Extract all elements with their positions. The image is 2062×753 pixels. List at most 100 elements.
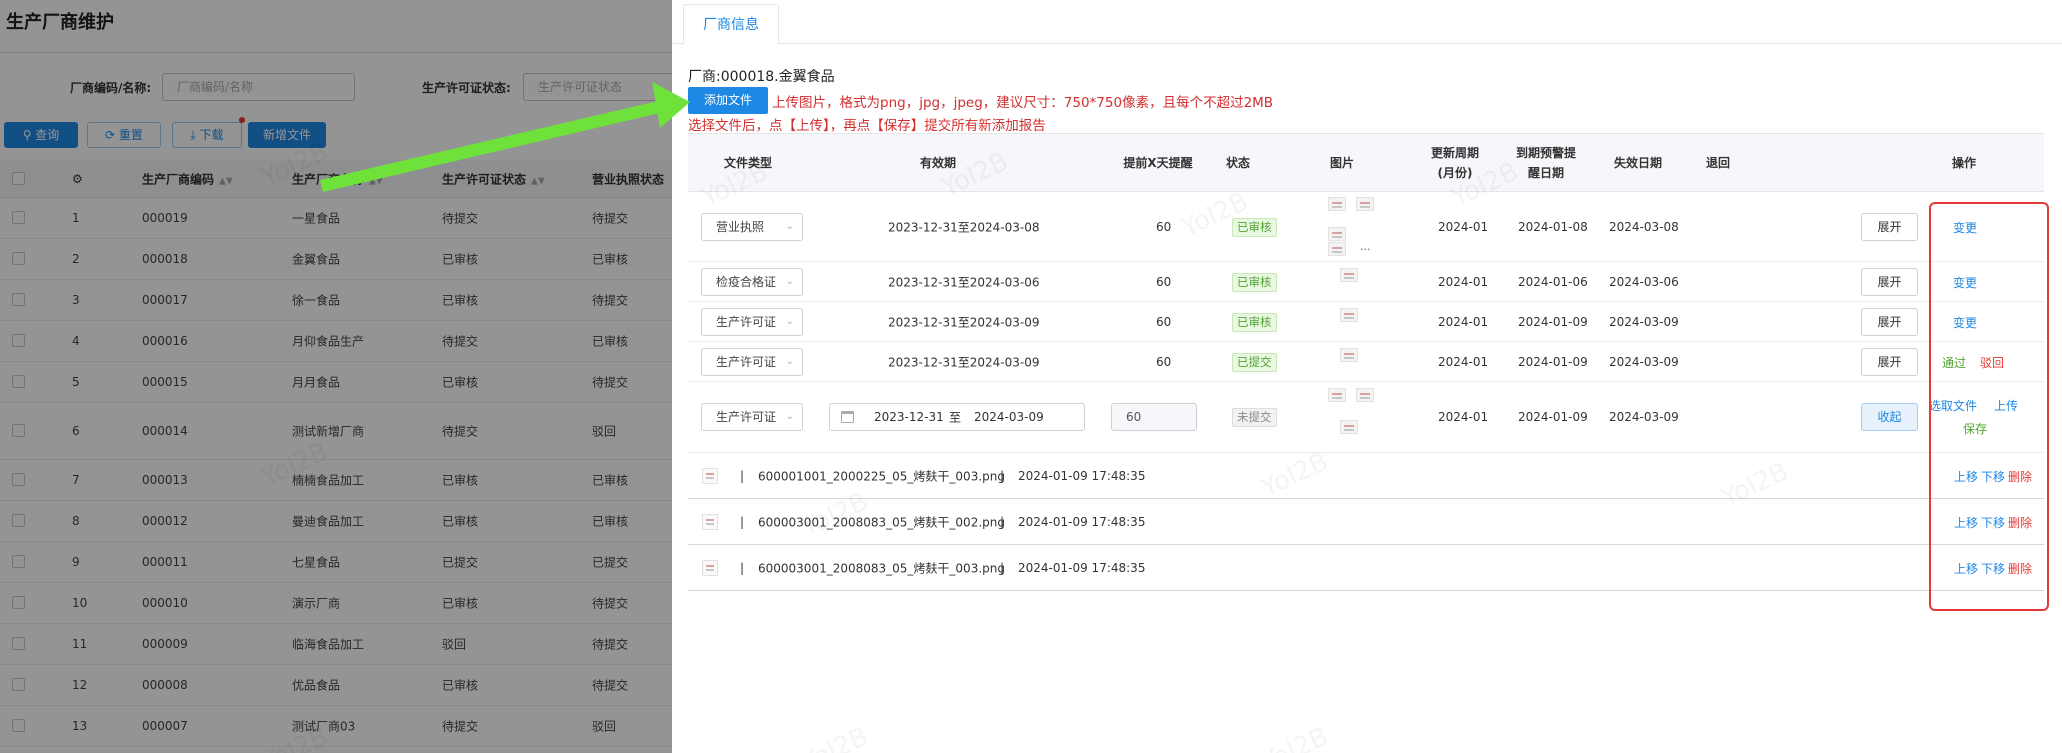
file-name: 600003001_2008083_05_烤麸干_002.png	[758, 515, 1005, 529]
expand-button[interactable]: 展开	[1861, 267, 1918, 296]
validity-text: 2023-12-31至2024-03-08	[888, 220, 1040, 234]
warn-date: 2024-01-06	[1518, 274, 1588, 289]
cycle-text: 2024-01	[1438, 274, 1489, 289]
cycle-text: 2024-01	[1438, 314, 1489, 329]
status-badge: 已审核	[1232, 272, 1277, 292]
cycle-text: 2024-01	[1438, 219, 1489, 234]
add-file-button[interactable]: 添加文件	[688, 87, 768, 114]
remind-days-input[interactable]: 60	[1111, 403, 1197, 431]
validity-text: 2023-12-31至2024-03-09	[888, 355, 1040, 369]
cycle-text: 2024-01	[1438, 354, 1489, 369]
validity-date-range[interactable]: 2023-12-31 至 2024-03-09	[829, 403, 1085, 431]
chevron-down-icon: ⌄	[785, 411, 794, 422]
range-separator: 至	[949, 410, 962, 425]
warn-date: 2024-01-09	[1518, 410, 1588, 424]
remind-days: 60	[1156, 354, 1172, 369]
validity-text: 2023-12-31至2024-03-09	[888, 315, 1040, 329]
divider: |	[1000, 560, 1005, 575]
file-time: 2024-01-09 17:48:35	[1018, 560, 1146, 575]
chevron-down-icon: ⌄	[785, 355, 794, 367]
upload-hint: 上传图片，格式为png，jpg，jpeg，建议尺寸：750*750像素，且每个不…	[772, 95, 1274, 111]
chevron-down-icon: ⌄	[785, 315, 794, 327]
col-reject: 退回	[1705, 155, 1730, 170]
status-badge: 已提交	[1232, 352, 1277, 372]
license-row: 生产许可证 ⌄ 2023-12-31至2024-03-09 60 已审核 2024…	[688, 302, 2044, 342]
file-thumbnail[interactable]	[702, 468, 718, 484]
image-thumbnail[interactable]	[1328, 197, 1346, 211]
warn-date: 2024-01-09	[1518, 314, 1588, 329]
chevron-down-icon: ⌄	[785, 220, 794, 232]
col-type: 文件类型	[723, 155, 772, 170]
divider: |	[1000, 514, 1005, 529]
divider: |	[1000, 468, 1005, 483]
file-time: 2024-01-09 17:48:35	[1018, 514, 1146, 529]
image-thumbnail[interactable]	[1328, 242, 1346, 256]
remind-days: 60	[1156, 274, 1172, 289]
end-date[interactable]: 2024-03-09	[974, 410, 1044, 424]
file-time: 2024-01-09 17:48:35	[1018, 468, 1146, 483]
status-badge: 已审核	[1232, 217, 1277, 237]
cycle-text: 2024-01	[1438, 410, 1489, 424]
license-edit-row: 生产许可证 ⌄ 2023-12-31 至 2024-03-09 60 未提交 20…	[688, 382, 2044, 453]
col-remind: 提前X天提醒	[1123, 155, 1193, 170]
col-cycle: 更新周期(月份)	[1430, 145, 1479, 180]
image-thumbnail[interactable]	[1328, 388, 1346, 402]
file-name: 600001001_2000225_05_烤麸干_003.png	[758, 469, 1005, 483]
file-type-select[interactable]: 营业执照 ⌄	[701, 212, 803, 241]
warn-date: 2024-01-08	[1518, 219, 1588, 234]
image-thumbnail[interactable]	[1356, 388, 1374, 402]
expand-button[interactable]: 展开	[1861, 212, 1918, 241]
start-date[interactable]: 2023-12-31	[874, 410, 944, 424]
remind-days: 60	[1156, 219, 1172, 234]
expire-date: 2024-03-09	[1609, 354, 1679, 369]
remind-days: 60	[1156, 314, 1172, 329]
file-row: | 600003001_2008083_05_烤麸干_003.png | 202…	[688, 545, 2044, 591]
tab-bar: 厂商信息	[672, 0, 2062, 45]
col-expire: 失效日期	[1613, 155, 1662, 170]
file-type-select[interactable]: 检疫合格证 ⌄	[701, 267, 803, 296]
license-table-header: 文件类型 有效期 提前X天提醒 状态 图片 更新周期(月份) 到期预警提醒日期 …	[688, 133, 2044, 192]
col-warn: 到期预警提醒日期	[1515, 145, 1576, 180]
file-type-select[interactable]: 生产许可证 ⌄	[701, 347, 803, 376]
warn-date: 2024-01-09	[1518, 354, 1588, 369]
validity-text: 2023-12-31至2024-03-06	[888, 275, 1040, 289]
file-row: | 600001001_2000225_05_烤麸干_003.png | 202…	[688, 453, 2044, 499]
file-thumbnail[interactable]	[702, 514, 718, 530]
image-thumbnail[interactable]	[1340, 268, 1358, 282]
chevron-down-icon: ⌄	[785, 275, 794, 287]
vendor-drawer: 厂商信息 厂商:000018.金翼食品 添加文件 上传图片，格式为png，jpg…	[672, 0, 2062, 753]
save-hint: 选择文件后，点【上传】，再点【保存】提交所有新添加报告	[688, 118, 1046, 134]
divider: |	[740, 560, 745, 575]
calendar-icon	[841, 411, 854, 423]
image-thumbnail[interactable]	[1328, 227, 1346, 241]
divider: |	[740, 468, 745, 483]
status-badge: 未提交	[1232, 408, 1277, 427]
expand-button[interactable]: 展开	[1861, 347, 1918, 376]
license-row: 生产许可证 ⌄ 2023-12-31至2024-03-09 60 已提交 2024…	[688, 342, 2044, 382]
license-row: 检疫合格证 ⌄ 2023-12-31至2024-03-06 60 已审核 2024…	[688, 262, 2044, 302]
tab-vendor-info[interactable]: 厂商信息	[683, 4, 779, 45]
expire-date: 2024-03-09	[1609, 314, 1679, 329]
expire-date: 2024-03-06	[1609, 274, 1679, 289]
vendor-label: 厂商:000018.金翼食品	[688, 69, 835, 85]
highlight-box	[1929, 202, 2049, 611]
collapse-button[interactable]: 收起	[1861, 403, 1918, 431]
expire-date: 2024-03-08	[1609, 219, 1679, 234]
expire-date: 2024-03-09	[1609, 410, 1679, 424]
image-thumbnail[interactable]	[1356, 197, 1374, 211]
file-thumbnail[interactable]	[702, 560, 718, 576]
col-status: 状态	[1225, 155, 1250, 170]
col-ops: 操作	[1951, 155, 1976, 170]
image-thumbnail[interactable]	[1340, 348, 1358, 362]
image-thumbnail[interactable]	[1340, 308, 1358, 322]
file-type-select[interactable]: 生产许可证 ⌄	[701, 307, 803, 336]
file-type-select[interactable]: 生产许可证 ⌄	[701, 403, 803, 431]
divider: |	[740, 514, 745, 529]
col-validity: 有效期	[919, 155, 956, 170]
more-images-indicator[interactable]: ...	[1360, 240, 1371, 253]
expand-button[interactable]: 展开	[1861, 307, 1918, 336]
image-thumbnail[interactable]	[1340, 420, 1358, 434]
modal-overlay[interactable]	[0, 0, 672, 753]
license-table: 文件类型 有效期 提前X天提醒 状态 图片 更新周期(月份) 到期预警提醒日期 …	[688, 133, 2044, 591]
col-image: 图片	[1329, 155, 1354, 170]
